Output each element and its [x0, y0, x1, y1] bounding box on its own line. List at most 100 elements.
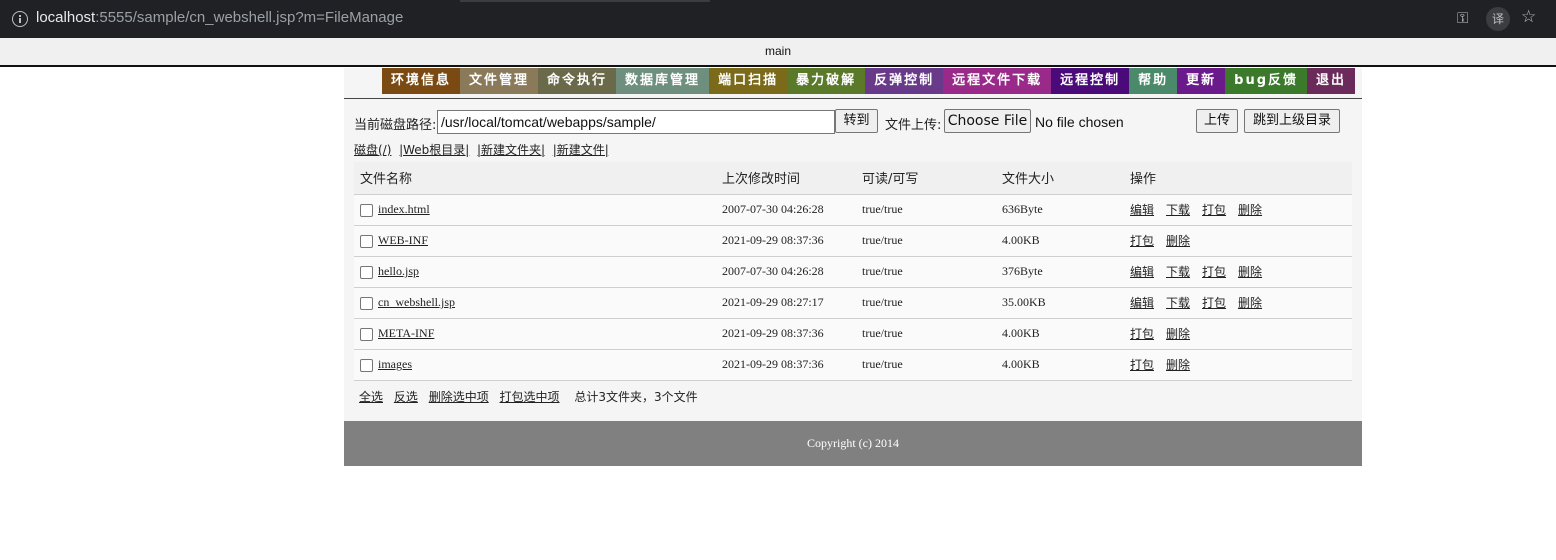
- nav-item[interactable]: 暴力破解: [787, 68, 866, 94]
- header-size: 文件大小: [1002, 162, 1130, 195]
- choose-file-button[interactable]: Choose File: [944, 109, 1031, 133]
- modified-cell: 2007-07-30 04:26:28: [722, 194, 862, 226]
- file-name-link[interactable]: WEB-INF: [378, 233, 428, 247]
- file-name-link[interactable]: index.html: [378, 202, 430, 216]
- row-action-link[interactable]: 编辑: [1130, 203, 1154, 217]
- table-row: WEB-INF 2021-09-29 08:37:36 true/true 4.00K…: [354, 225, 1352, 257]
- nav-item[interactable]: 反弹控制: [865, 68, 944, 94]
- table-row: images 2021-09-29 08:37:36 true/true 4.00KB…: [354, 349, 1352, 381]
- translate-icon[interactable]: 译: [1486, 7, 1510, 31]
- row-action-link[interactable]: 打包: [1202, 296, 1226, 310]
- header-ops: 操作: [1130, 162, 1352, 195]
- size-cell: 4.00KB: [1002, 225, 1130, 257]
- footer-copyright: Copyright (c) 2014: [344, 421, 1362, 466]
- pack-selected-link[interactable]: 打包选中项: [500, 390, 560, 404]
- file-name-link[interactable]: images: [378, 357, 412, 371]
- new-file-link[interactable]: |新建文件|: [553, 143, 609, 157]
- browser-address-bar: localhost:5555/sample/cn_webshell.jsp?m=…: [0, 0, 1556, 38]
- nav-item[interactable]: 更新: [1177, 68, 1226, 94]
- header-rw: 可读/可写: [862, 162, 1002, 195]
- ops-cell: 编辑 下载 打包 删除: [1130, 194, 1352, 226]
- file-name-link[interactable]: hello.jsp: [378, 264, 419, 278]
- row-action-link[interactable]: 删除: [1238, 265, 1262, 279]
- nav-item[interactable]: 远程控制: [1051, 68, 1130, 94]
- row-action-link[interactable]: 删除: [1166, 327, 1190, 341]
- file-name-cell: WEB-INF: [354, 225, 722, 257]
- site-info-icon[interactable]: [12, 11, 28, 27]
- row-action-link[interactable]: 打包: [1130, 327, 1154, 341]
- row-action-link[interactable]: 下载: [1166, 296, 1190, 310]
- file-name-link[interactable]: META-INF: [378, 326, 434, 340]
- goto-button[interactable]: 转到: [835, 109, 878, 133]
- path-label: 当前磁盘路径:: [354, 118, 437, 133]
- delete-selected-link[interactable]: 删除选中项: [429, 390, 489, 404]
- row-action-link[interactable]: 删除: [1166, 234, 1190, 248]
- ops-cell: 打包 删除: [1130, 318, 1352, 350]
- row-checkbox[interactable]: [360, 296, 373, 310]
- modified-cell: 2021-09-29 08:37:36: [722, 349, 862, 381]
- row-checkbox[interactable]: [360, 203, 373, 217]
- rw-cell: true/true: [862, 349, 1002, 381]
- size-cell: 636Byte: [1002, 194, 1130, 226]
- modified-cell: 2021-09-29 08:37:36: [722, 318, 862, 350]
- table-row: hello.jsp 2007-07-30 04:26:28 true/true 376…: [354, 256, 1352, 288]
- bookmark-star-icon[interactable]: ☆: [1521, 7, 1536, 27]
- nav-item[interactable]: 环境信息: [382, 68, 461, 94]
- row-action-link[interactable]: 打包: [1130, 358, 1154, 372]
- nav-item[interactable]: bug反馈: [1225, 68, 1308, 94]
- row-checkbox[interactable]: [360, 358, 373, 372]
- row-action-link[interactable]: 删除: [1238, 203, 1262, 217]
- nav-item[interactable]: 命令执行: [538, 68, 617, 94]
- url-path: :5555/sample/cn_webshell.jsp?m=FileManag…: [95, 9, 404, 26]
- row-checkbox[interactable]: [360, 265, 373, 279]
- size-cell: 376Byte: [1002, 256, 1130, 288]
- invert-selection-link[interactable]: 反选: [394, 390, 418, 404]
- modified-cell: 2021-09-29 08:27:17: [722, 287, 862, 319]
- address-url[interactable]: localhost:5555/sample/cn_webshell.jsp?m=…: [36, 9, 403, 26]
- nav-item[interactable]: 端口扫描: [709, 68, 788, 94]
- table-row: META-INF 2021-09-29 08:37:36 true/true 4.00…: [354, 318, 1352, 350]
- rw-cell: true/true: [862, 318, 1002, 350]
- row-checkbox[interactable]: [360, 327, 373, 341]
- rw-cell: true/true: [862, 225, 1002, 257]
- disk-link[interactable]: 磁盘(/): [354, 143, 391, 157]
- row-action-link[interactable]: 编辑: [1130, 265, 1154, 279]
- file-table: 文件名称 上次修改时间 可读/可写 文件大小 操作 index.html 2007…: [354, 162, 1352, 381]
- web-root-link[interactable]: |Web根目录|: [399, 143, 469, 157]
- header-name: 文件名称: [354, 162, 722, 195]
- file-name-cell: META-INF: [354, 318, 722, 350]
- row-action-link[interactable]: 删除: [1166, 358, 1190, 372]
- nav-item[interactable]: 远程文件下载: [943, 68, 1052, 94]
- nav-item[interactable]: 退出: [1307, 68, 1356, 94]
- modified-cell: 2021-09-29 08:37:36: [722, 225, 862, 257]
- file-summary: 总计3文件夹，3个文件: [574, 390, 698, 404]
- row-action-link[interactable]: 下载: [1166, 265, 1190, 279]
- rw-cell: true/true: [862, 194, 1002, 226]
- size-cell: 35.00KB: [1002, 287, 1130, 319]
- select-all-link[interactable]: 全选: [359, 390, 383, 404]
- row-checkbox[interactable]: [360, 234, 373, 248]
- row-action-link[interactable]: 下载: [1166, 203, 1190, 217]
- file-name-cell: cn_webshell.jsp: [354, 287, 722, 319]
- new-folder-link[interactable]: |新建文件夹|: [477, 143, 545, 157]
- no-file-chosen-text: No file chosen: [1035, 114, 1124, 130]
- ops-cell: 打包 删除: [1130, 225, 1352, 257]
- key-icon[interactable]: ⚿: [1457, 9, 1468, 27]
- ops-cell: 编辑 下载 打包 删除: [1130, 256, 1352, 288]
- nav-item[interactable]: 数据库管理: [616, 68, 710, 94]
- row-action-link[interactable]: 打包: [1130, 234, 1154, 248]
- file-name-link[interactable]: cn_webshell.jsp: [378, 295, 455, 309]
- row-action-link[interactable]: 编辑: [1130, 296, 1154, 310]
- row-action-link[interactable]: 打包: [1202, 203, 1226, 217]
- upload-button[interactable]: 上传: [1196, 109, 1238, 133]
- path-input[interactable]: [437, 110, 835, 134]
- row-action-link[interactable]: 删除: [1238, 296, 1262, 310]
- table-header-row: 文件名称 上次修改时间 可读/可写 文件大小 操作: [354, 162, 1352, 195]
- quick-links: 磁盘(/) |Web根目录| |新建文件夹| |新建文件|: [354, 141, 609, 158]
- row-action-link[interactable]: 打包: [1202, 265, 1226, 279]
- nav-item[interactable]: 帮助: [1129, 68, 1178, 94]
- nav-divider: [344, 98, 1362, 99]
- size-cell: 4.00KB: [1002, 349, 1130, 381]
- parent-dir-button[interactable]: 跳到上级目录: [1244, 109, 1340, 133]
- nav-item[interactable]: 文件管理: [460, 68, 539, 94]
